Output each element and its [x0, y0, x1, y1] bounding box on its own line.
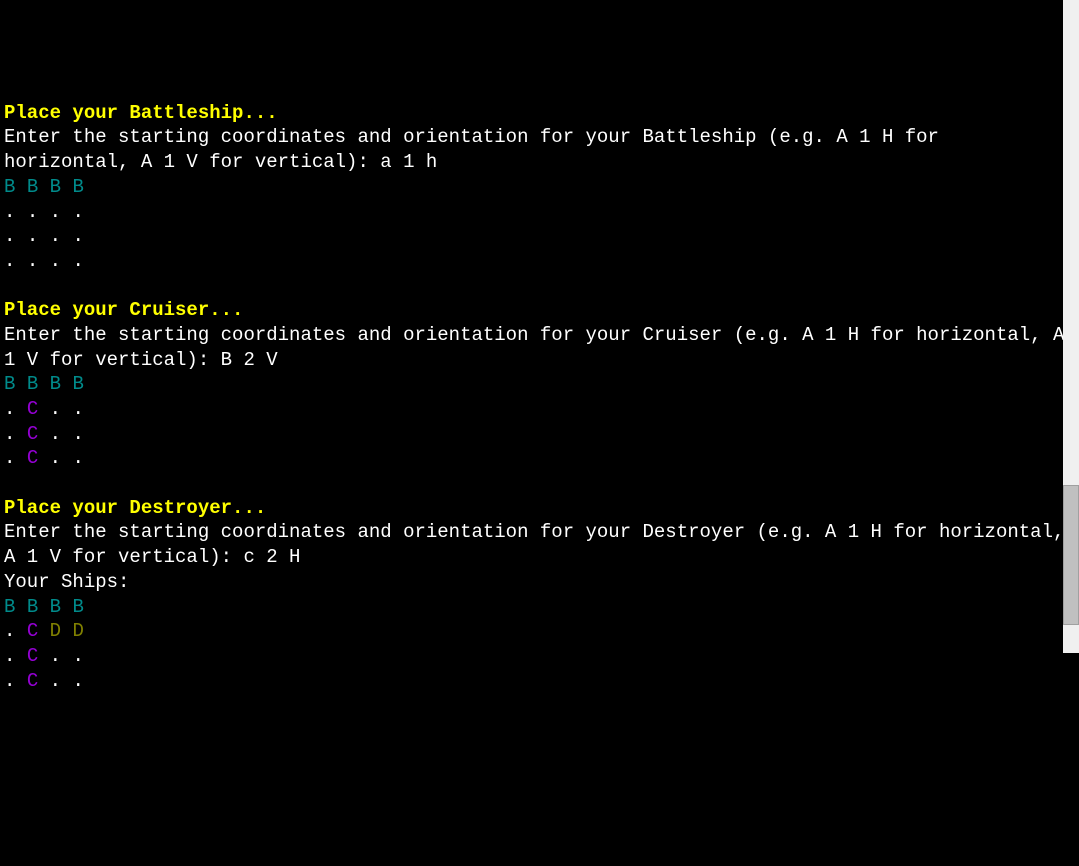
board-cell: B — [50, 176, 61, 198]
board-cell: . — [27, 250, 38, 272]
board-row: . C . . — [4, 447, 84, 469]
board-cell: . — [4, 201, 15, 223]
board-row: . . . . — [4, 201, 84, 223]
board-cell: . — [50, 225, 61, 247]
board-cell: B — [27, 373, 38, 395]
prompt-line: Enter the starting coordinates and orien… — [4, 521, 1076, 568]
board-row: . . . . — [4, 225, 84, 247]
user-input[interactable]: a 1 h — [380, 151, 437, 173]
board-cell: . — [72, 423, 83, 445]
board-row: B B B B — [4, 596, 84, 618]
board-cell: . — [27, 201, 38, 223]
board-cell: D — [72, 620, 83, 642]
board-label: Your Ships: — [4, 571, 129, 593]
prompt-text: Enter the starting coordinates and orien… — [4, 324, 1076, 371]
board-cell: C — [27, 670, 38, 692]
board-cell: C — [27, 447, 38, 469]
prompt-text: Enter the starting coordinates and orien… — [4, 521, 1076, 568]
board-row: B B B B — [4, 176, 84, 198]
section-header: Place your Destroyer... — [4, 497, 266, 519]
board-cell: . — [50, 670, 61, 692]
board-row: . C D D — [4, 620, 84, 642]
board-cell: . — [72, 250, 83, 272]
board-cell: B — [72, 596, 83, 618]
board-cell: . — [50, 423, 61, 445]
scrollbar[interactable] — [1063, 0, 1079, 653]
board-cell: . — [4, 250, 15, 272]
board-cell: . — [4, 398, 15, 420]
board-cell: B — [27, 176, 38, 198]
board-cell: . — [4, 670, 15, 692]
board-cell: B — [72, 176, 83, 198]
section-header: Place your Cruiser... — [4, 299, 243, 321]
board-cell: C — [27, 620, 38, 642]
board-cell: B — [50, 373, 61, 395]
board-cell: . — [50, 398, 61, 420]
board-cell: . — [27, 225, 38, 247]
board-row: . . . . — [4, 250, 84, 272]
board-cell: B — [4, 596, 15, 618]
board-cell: . — [4, 447, 15, 469]
board-row: . C . . — [4, 645, 84, 667]
board-cell: . — [4, 225, 15, 247]
terminal-output: Place your Battleship... Enter the start… — [4, 101, 1075, 694]
board-cell: . — [4, 423, 15, 445]
board-cell: B — [4, 373, 15, 395]
board-cell: . — [50, 645, 61, 667]
board-cell: B — [4, 176, 15, 198]
board-cell: B — [50, 596, 61, 618]
board-row: . C . . — [4, 398, 84, 420]
board-cell: . — [72, 645, 83, 667]
board-cell: . — [4, 645, 15, 667]
board-cell: D — [50, 620, 61, 642]
board-cell: . — [50, 201, 61, 223]
board-cell: . — [50, 447, 61, 469]
section-header: Place your Battleship... — [4, 102, 278, 124]
board-cell: . — [72, 670, 83, 692]
board-row: . C . . — [4, 670, 84, 692]
board-cell: . — [4, 620, 15, 642]
prompt-line: Enter the starting coordinates and orien… — [4, 126, 950, 173]
board-cell: . — [72, 225, 83, 247]
board-cell: C — [27, 645, 38, 667]
board-row: B B B B — [4, 373, 84, 395]
prompt-text: Enter the starting coordinates and orien… — [4, 126, 950, 173]
board-cell: C — [27, 398, 38, 420]
board-cell: B — [27, 596, 38, 618]
board-cell: . — [72, 447, 83, 469]
board-row: . C . . — [4, 423, 84, 445]
board-cell: B — [72, 373, 83, 395]
board-cell: . — [72, 398, 83, 420]
scrollbar-thumb[interactable] — [1063, 485, 1079, 625]
board-cell: . — [50, 250, 61, 272]
prompt-line: Enter the starting coordinates and orien… — [4, 324, 1076, 371]
board-cell: C — [27, 423, 38, 445]
board-cell: . — [72, 201, 83, 223]
user-input[interactable]: B 2 V — [221, 349, 278, 371]
user-input[interactable]: c 2 H — [243, 546, 300, 568]
